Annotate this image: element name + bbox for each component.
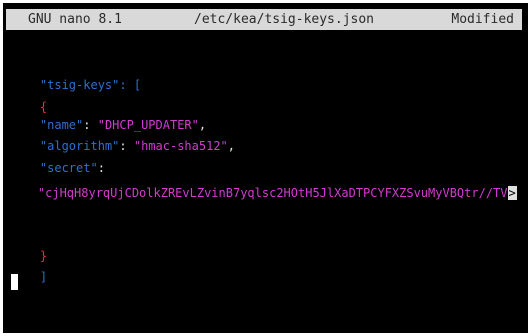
json-value-algorithm: "hmac-sha512" (133, 139, 228, 153)
json-key-tsig-keys: "tsig-keys" (39, 78, 120, 92)
json-punct: : (119, 139, 134, 153)
json-close-bracket: ] (39, 270, 48, 284)
nano-version-label: GNU nano 8.1 (28, 12, 122, 27)
editor-line-1[interactable]: "tsig-keys": [ (11, 60, 141, 92)
nano-title-bar: GNU nano 8.1 /etc/kea/tsig-keys.json Mod… (6, 9, 522, 30)
editor-line-3[interactable]: "name": "DHCP_UPDATER", (11, 100, 206, 132)
file-path-label: /etc/kea/tsig-keys.json (194, 12, 375, 27)
json-punct: , (227, 139, 235, 153)
editor-line-2[interactable]: { (11, 82, 47, 114)
editor-line-5[interactable]: "secret": (11, 143, 105, 175)
editor-line-close-brace[interactable]: } (11, 231, 47, 263)
line-overflow-indicator: > (507, 186, 517, 200)
modified-status-label: Modified (451, 12, 514, 27)
json-value-secret: "cjHqH8yrqUjCDolkZREvLZvinB7yqlsc2HOtH5J… (37, 186, 508, 200)
text-cursor (11, 274, 18, 290)
editor-line-close-bracket[interactable]: ] (11, 252, 47, 284)
terminal-window[interactable]: GNU nano 8.1 /etc/kea/tsig-keys.json Mod… (3, 3, 528, 333)
editor-line-4[interactable]: "algorithm": "hmac-sha512", (11, 121, 235, 153)
json-punct: : [ (119, 78, 142, 92)
editor-line-6[interactable]: "cjHqH8yrqUjCDolkZREvLZvinB7yqlsc2HOtH5J… (9, 168, 517, 200)
